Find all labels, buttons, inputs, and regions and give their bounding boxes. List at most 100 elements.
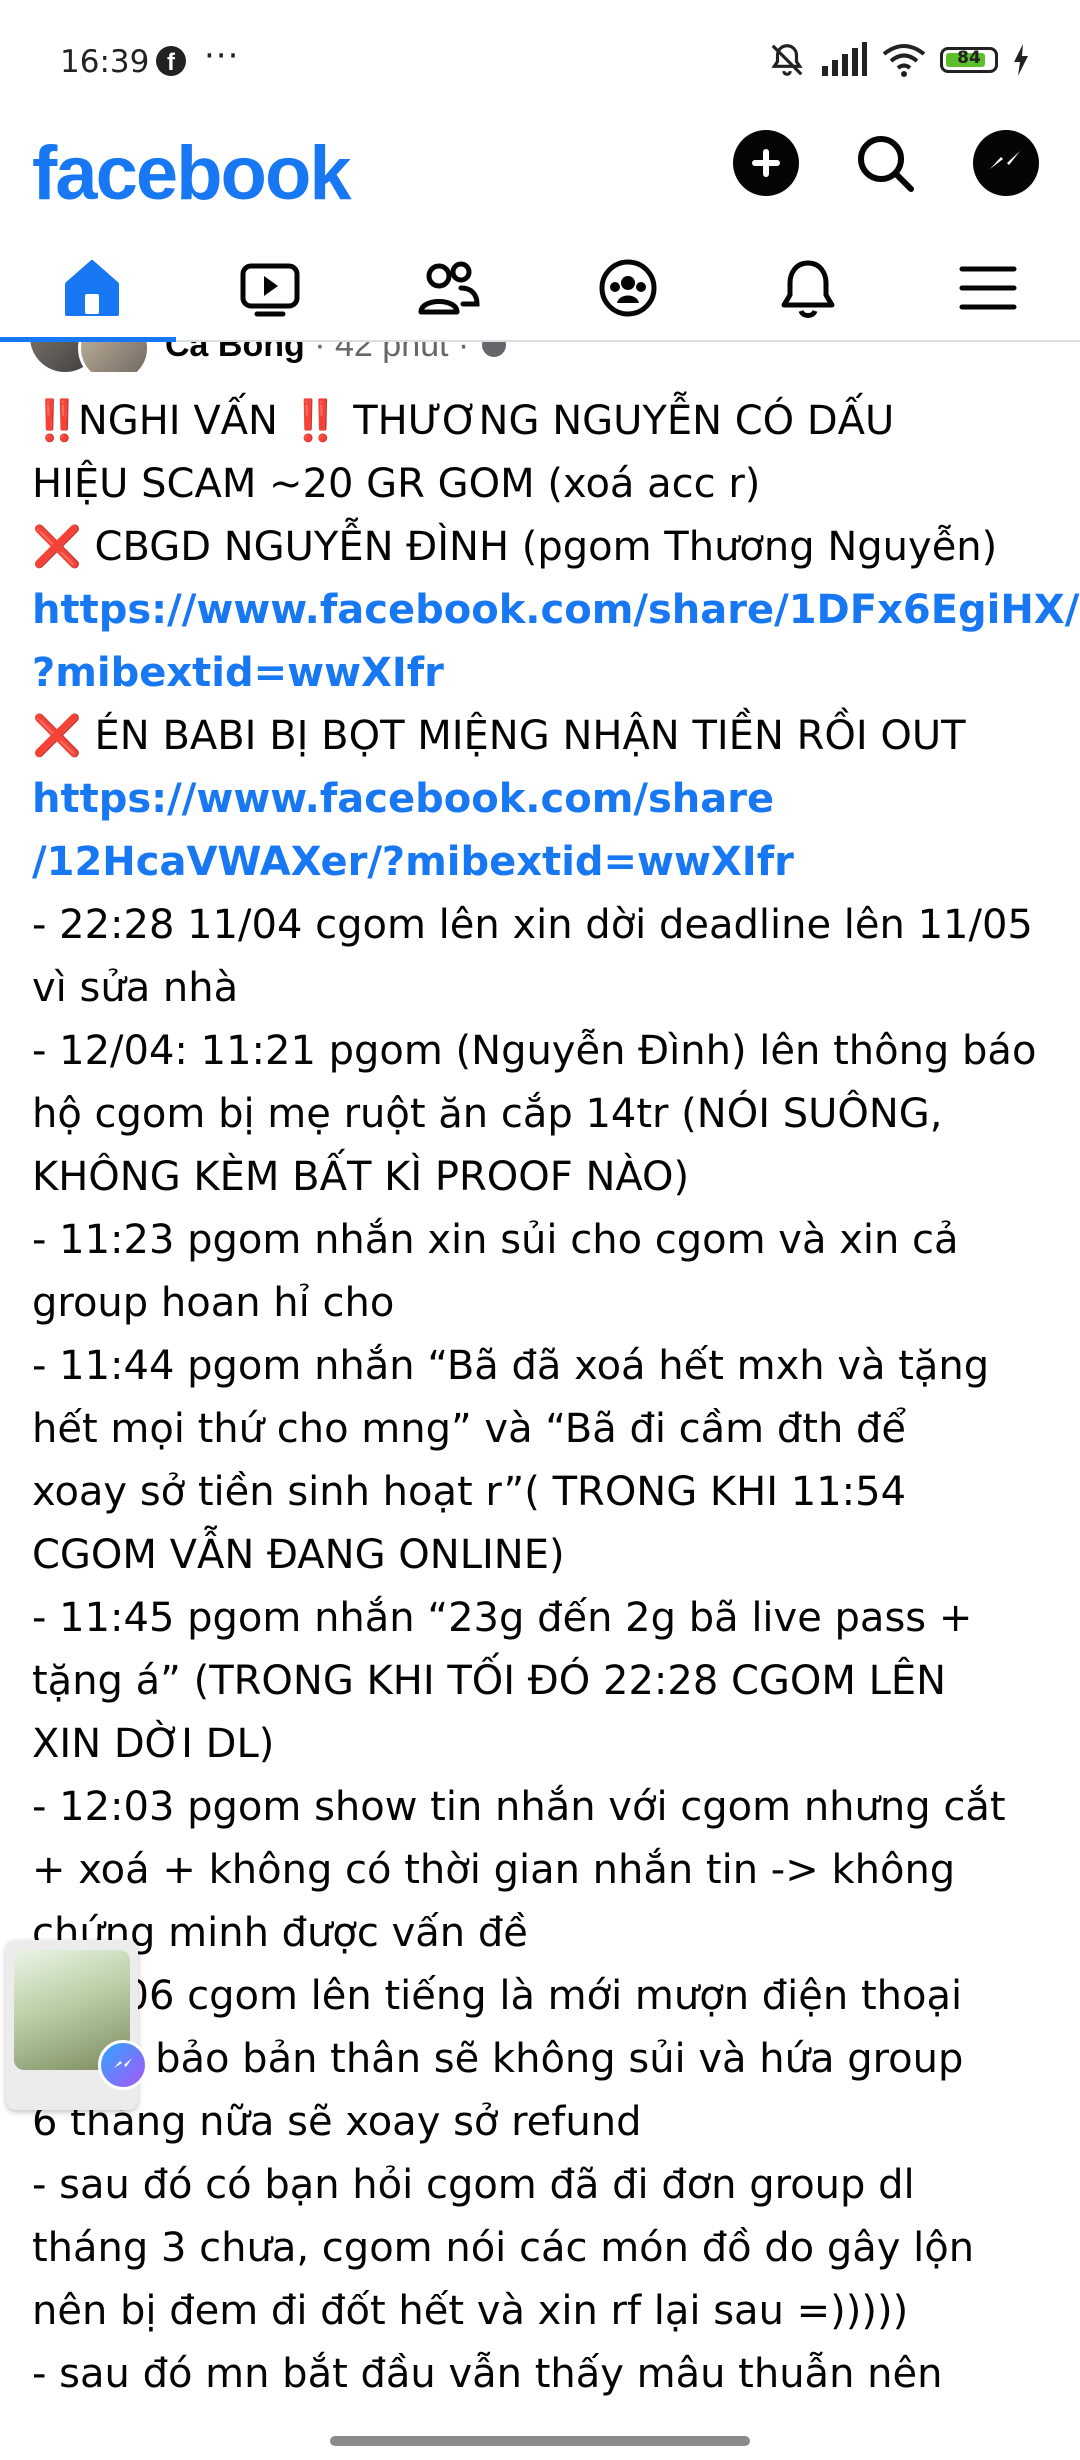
post-line-text: tháng 3 chưa, cgom nói các món đồ do gây… — [32, 2225, 975, 2271]
post-line: - 11:45 pgom nhắn “23g đến 2g bã live pa… — [32, 1587, 1062, 1650]
post-line-text: - 22:28 11/04 cgom lên xin dời deadline … — [32, 902, 1033, 948]
post-line: - 12:03 pgom show tin nhắn với cgom nhưn… — [32, 1776, 1062, 1839]
post-line-text: xong, bảo bản thân sẽ không sủi và hứa g… — [32, 2036, 964, 2082]
post-line: - sau đó mn bắt đầu vẫn thấy mâu thuẫn n… — [32, 2343, 1062, 2406]
post-time[interactable]: 42 phút — [335, 342, 448, 364]
messenger-badge-icon — [98, 2040, 148, 2090]
post-meta: Cá Bông · 42 phút · — [165, 342, 509, 365]
post-line: ❌ CBGD NGUYỄN ĐÌNH (pgom Thương Nguyễn) — [32, 516, 1062, 579]
home-indicator[interactable] — [330, 2436, 750, 2446]
tab-notifications[interactable] — [758, 240, 858, 336]
post-link-text[interactable]: ?mibextid=wwXIfr — [32, 650, 444, 696]
post-line-text: XIN DỜI DL) — [32, 1721, 275, 1767]
tab-bar — [0, 240, 1080, 342]
post-line: - 22:28 11/04 cgom lên xin dời deadline … — [32, 894, 1062, 957]
post-body: ‼️NGHI VẤN ‼️ THƯƠNG NGUYỄN CÓ DẤU HIỆU S… — [32, 390, 1079, 2406]
post-link-text[interactable]: /12HcaVWAXer/?mibextid=wwXIfr — [32, 839, 794, 885]
groups-icon — [599, 259, 657, 317]
post-link-text[interactable]: https://www.facebook.com/share/1DFx6EgiH… — [32, 587, 1079, 633]
post-line: HIỆU SCAM ~20 GR GOM (xoá acc r) — [32, 453, 1062, 516]
post-line-text: xoay sở tiền sinh hoạt r”( TRONG KHI 11:… — [32, 1469, 907, 1515]
post-line: tặng á” (TRONG KHI TỐI ĐÓ 22:28 CGOM LÊN — [32, 1650, 1062, 1713]
status-bar: 16:39 f ··· 84 — [0, 0, 1080, 130]
video-icon — [240, 263, 300, 317]
meta-dot: · — [314, 342, 336, 364]
facebook-logo[interactable]: facebook — [32, 130, 352, 217]
post-link[interactable]: ?mibextid=wwXIfr — [32, 642, 1062, 705]
friends-icon — [418, 261, 480, 315]
post-line-text: nên bị đem đi đốt hết và xin rf lại sau … — [32, 2288, 909, 2334]
tab-menu[interactable] — [938, 240, 1038, 336]
post-line-text: HIỆU SCAM ~20 GR GOM (xoá acc r) — [32, 461, 761, 507]
battery-text: 84 — [957, 48, 981, 68]
post-line-text: tặng á” (TRONG KHI TỐI ĐÓ 22:28 CGOM LÊN — [32, 1658, 947, 1704]
post-line: ❌ ÉN BABI BỊ BỌT MIỆNG NHẬN TIỀN RỒI OUT — [32, 705, 1062, 768]
post-line: group hoan hỉ cho — [32, 1272, 1062, 1335]
post-line-text: - 11:44 pgom nhắn “Bã đã xoá hết mxh và … — [32, 1343, 990, 1389]
post-line-text: hết mọi thứ cho mng” và “Bã đi cầm đth đ… — [32, 1406, 907, 1452]
post-line: xong, bảo bản thân sẽ không sủi và hứa g… — [32, 2028, 1062, 2091]
post-line-text: group hoan hỉ cho — [32, 1280, 395, 1326]
post-line: tháng 3 chưa, cgom nói các món đồ do gây… — [32, 2217, 1062, 2280]
tab-friends[interactable] — [398, 240, 498, 336]
post-line-text: NGHI VẤN ‼️ THƯƠNG NGUYỄN CÓ DẤU — [77, 398, 895, 444]
post-line-text: - sau đó mn bắt đầu vẫn thấy mâu thuẫn n… — [32, 2351, 943, 2397]
post-line: - 11:44 pgom nhắn “Bã đã xoá hết mxh và … — [32, 1335, 1062, 1398]
post-line: nên bị đem đi đốt hết và xin rf lại sau … — [32, 2280, 1062, 2343]
post-link[interactable]: https://www.facebook.com/share/1DFx6EgiH… — [32, 579, 1079, 642]
status-time: 16:39 — [60, 44, 150, 80]
post-line: chứng minh được vấn đề — [32, 1902, 1062, 1965]
mute-icon — [771, 44, 803, 76]
charging-icon — [1014, 44, 1028, 76]
battery-icon: 84 — [940, 47, 998, 73]
post-line: + xoá + không có thời gian nhắn tin -> k… — [32, 1839, 1062, 1902]
post-line-text: - 12:03 pgom show tin nhắn với cgom nhưn… — [32, 1784, 1006, 1830]
post-line: - 12/04: 11:21 pgom (Nguyễn Đình) lên th… — [32, 1020, 1062, 1083]
post-line-text: - 12:06 cgom lên tiếng là mới mượn điện … — [32, 1973, 963, 2019]
post-line-text: hộ cgom bị mẹ ruột ăn cắp 14tr (NÓI SUÔN… — [32, 1091, 943, 1137]
post-line: hết mọi thứ cho mng” và “Bã đi cầm đth đ… — [32, 1398, 1062, 1461]
post-line: vì sửa nhà — [32, 957, 1062, 1020]
post-line-text: ÉN BABI BỊ BỌT MIỆNG NHẬN TIỀN RỒI OUT — [81, 713, 966, 759]
tab-groups[interactable] — [578, 240, 678, 336]
facebook-notification-icon: f — [156, 46, 186, 76]
post-line: - 12:06 cgom lên tiếng là mới mượn điện … — [32, 1965, 1062, 2028]
messenger-button[interactable] — [973, 130, 1039, 196]
more-notifications-icon: ··· — [204, 36, 240, 76]
double-exclamation-icon: ‼️ — [32, 398, 82, 444]
author-avatar[interactable] — [78, 342, 150, 372]
add-icon — [752, 149, 780, 177]
post-line: KHÔNG KÈM BẤT KÌ PROOF NÀO) — [32, 1146, 1062, 1209]
post-line-text: - 11:23 pgom nhắn xin sủi cho cgom và xi… — [32, 1217, 959, 1263]
app-header: facebook — [0, 130, 1080, 240]
post-line: XIN DỜI DL) — [32, 1713, 1062, 1776]
post-line: - sau đó có bạn hỏi cgom đã đi đơn group… — [32, 2154, 1062, 2217]
post-line: 6 tháng nữa sẽ xoay sở refund — [32, 2091, 1062, 2154]
post-line-text: - 12/04: 11:21 pgom (Nguyễn Đình) lên th… — [32, 1028, 1037, 1074]
post-link[interactable]: https://www.facebook.com/share — [32, 768, 1062, 831]
home-icon — [65, 260, 119, 316]
meta-dot: · — [457, 342, 479, 364]
post-line: xoay sở tiền sinh hoạt r”( TRONG KHI 11:… — [32, 1461, 1062, 1524]
post-line: hộ cgom bị mẹ ruột ăn cắp 14tr (NÓI SUÔN… — [32, 1083, 1062, 1146]
post-line: CGOM VẪN ĐANG ONLINE) — [32, 1524, 1062, 1587]
post-line-text: KHÔNG KÈM BẤT KÌ PROOF NÀO) — [32, 1154, 690, 1200]
tab-home[interactable] — [42, 240, 142, 336]
notifications-icon — [781, 260, 835, 318]
cross-mark-icon: ❌ — [32, 713, 82, 759]
post-line-text: - 11:45 pgom nhắn “23g đến 2g bã live pa… — [32, 1595, 973, 1641]
wifi-icon — [882, 44, 926, 77]
create-button[interactable] — [733, 130, 799, 196]
post-link[interactable]: /12HcaVWAXer/?mibextid=wwXIfr — [32, 831, 1062, 894]
post-link-text[interactable]: https://www.facebook.com/share — [32, 776, 774, 822]
messenger-icon — [990, 151, 1020, 169]
post-line-text: - sau đó có bạn hỏi cgom đã đi đơn group… — [32, 2162, 915, 2208]
author-name[interactable]: Cá Bông — [165, 342, 305, 364]
post-line-text: CGOM VẪN ĐANG ONLINE) — [32, 1532, 565, 1578]
chat-head[interactable] — [6, 1940, 148, 2110]
post-line: ‼️NGHI VẤN ‼️ THƯƠNG NGUYỄN CÓ DẤU — [32, 390, 1062, 453]
search-button[interactable] — [852, 130, 918, 196]
search-icon — [858, 136, 914, 192]
tab-video[interactable] — [220, 240, 320, 336]
post-line-text: + xoá + không có thời gian nhắn tin -> k… — [32, 1847, 956, 1893]
